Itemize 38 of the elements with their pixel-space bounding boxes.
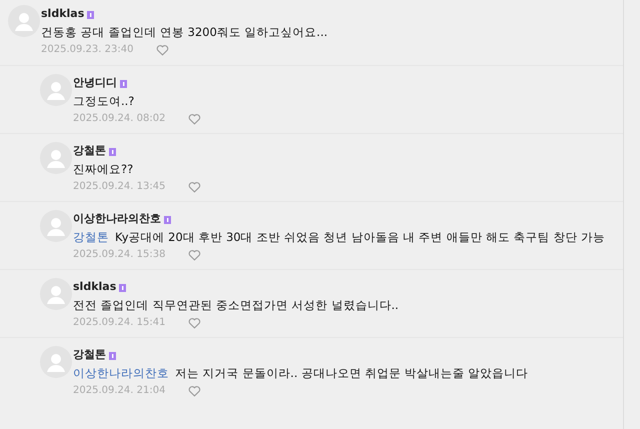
like-heart-icon[interactable]	[188, 248, 202, 260]
level-badge-icon	[109, 148, 116, 156]
like-heart-icon[interactable]	[188, 316, 202, 328]
comment-date: 2025.09.24. 13:45	[73, 180, 166, 194]
avatar-icon	[40, 210, 72, 242]
avatar-icon	[40, 346, 72, 378]
author-name[interactable]: 안녕디디	[73, 74, 117, 92]
comment-date: 2025.09.24. 21:04	[73, 384, 166, 398]
level-badge-icon	[109, 352, 116, 360]
level-badge-icon	[87, 10, 94, 18]
comment-text: Ky공대에 20대 후반 30대 조반 쉬었음 청년 남아돌음 내 주변 애들만 해도 축구팀 창단 가능	[115, 229, 605, 245]
level-badge-icon	[119, 284, 126, 292]
comment-date: 2025.09.24. 08:02	[73, 112, 166, 126]
level-badge-icon	[120, 80, 127, 88]
author-name[interactable]: sldklas	[73, 278, 116, 296]
author-name[interactable]: 이상한나라의찬호	[73, 210, 161, 228]
like-heart-icon[interactable]	[188, 384, 202, 396]
mention-link[interactable]: 강철톤	[73, 229, 109, 245]
avatar-icon	[40, 278, 72, 310]
avatar-icon	[40, 142, 72, 174]
comment-text: 저는 지거국 문돌이라.. 공대나오면 취업문 박살내는줄 알았읍니다	[175, 365, 528, 381]
comment-text: 그정도여..?	[73, 93, 134, 109]
author-name[interactable]: sldklas	[41, 6, 84, 22]
like-heart-icon[interactable]	[188, 180, 202, 192]
comment-text: 건동홍 공대 졸업인데 연봉 3200줘도 일하고싶어요...	[41, 24, 328, 40]
avatar-icon	[40, 74, 72, 106]
comment-date: 2025.09.24. 15:41	[73, 316, 166, 330]
comment-text: 진짜에요??	[73, 161, 134, 177]
avatar-icon	[8, 5, 40, 37]
author-name[interactable]: 강철톤	[73, 142, 106, 160]
author-name[interactable]: 강철톤	[73, 346, 106, 364]
like-heart-icon[interactable]	[156, 44, 170, 56]
like-heart-icon[interactable]	[188, 112, 202, 124]
level-badge-icon	[164, 216, 171, 224]
comment-date: 2025.09.23. 23:40	[41, 43, 134, 57]
mention-link[interactable]: 이상한나라의찬호	[73, 365, 169, 381]
comment-date: 2025.09.24. 15:38	[73, 248, 166, 262]
comment-text: 전전 졸업인데 직무연관된 중소면접가면 서성한 널렸습니다..	[73, 297, 399, 313]
